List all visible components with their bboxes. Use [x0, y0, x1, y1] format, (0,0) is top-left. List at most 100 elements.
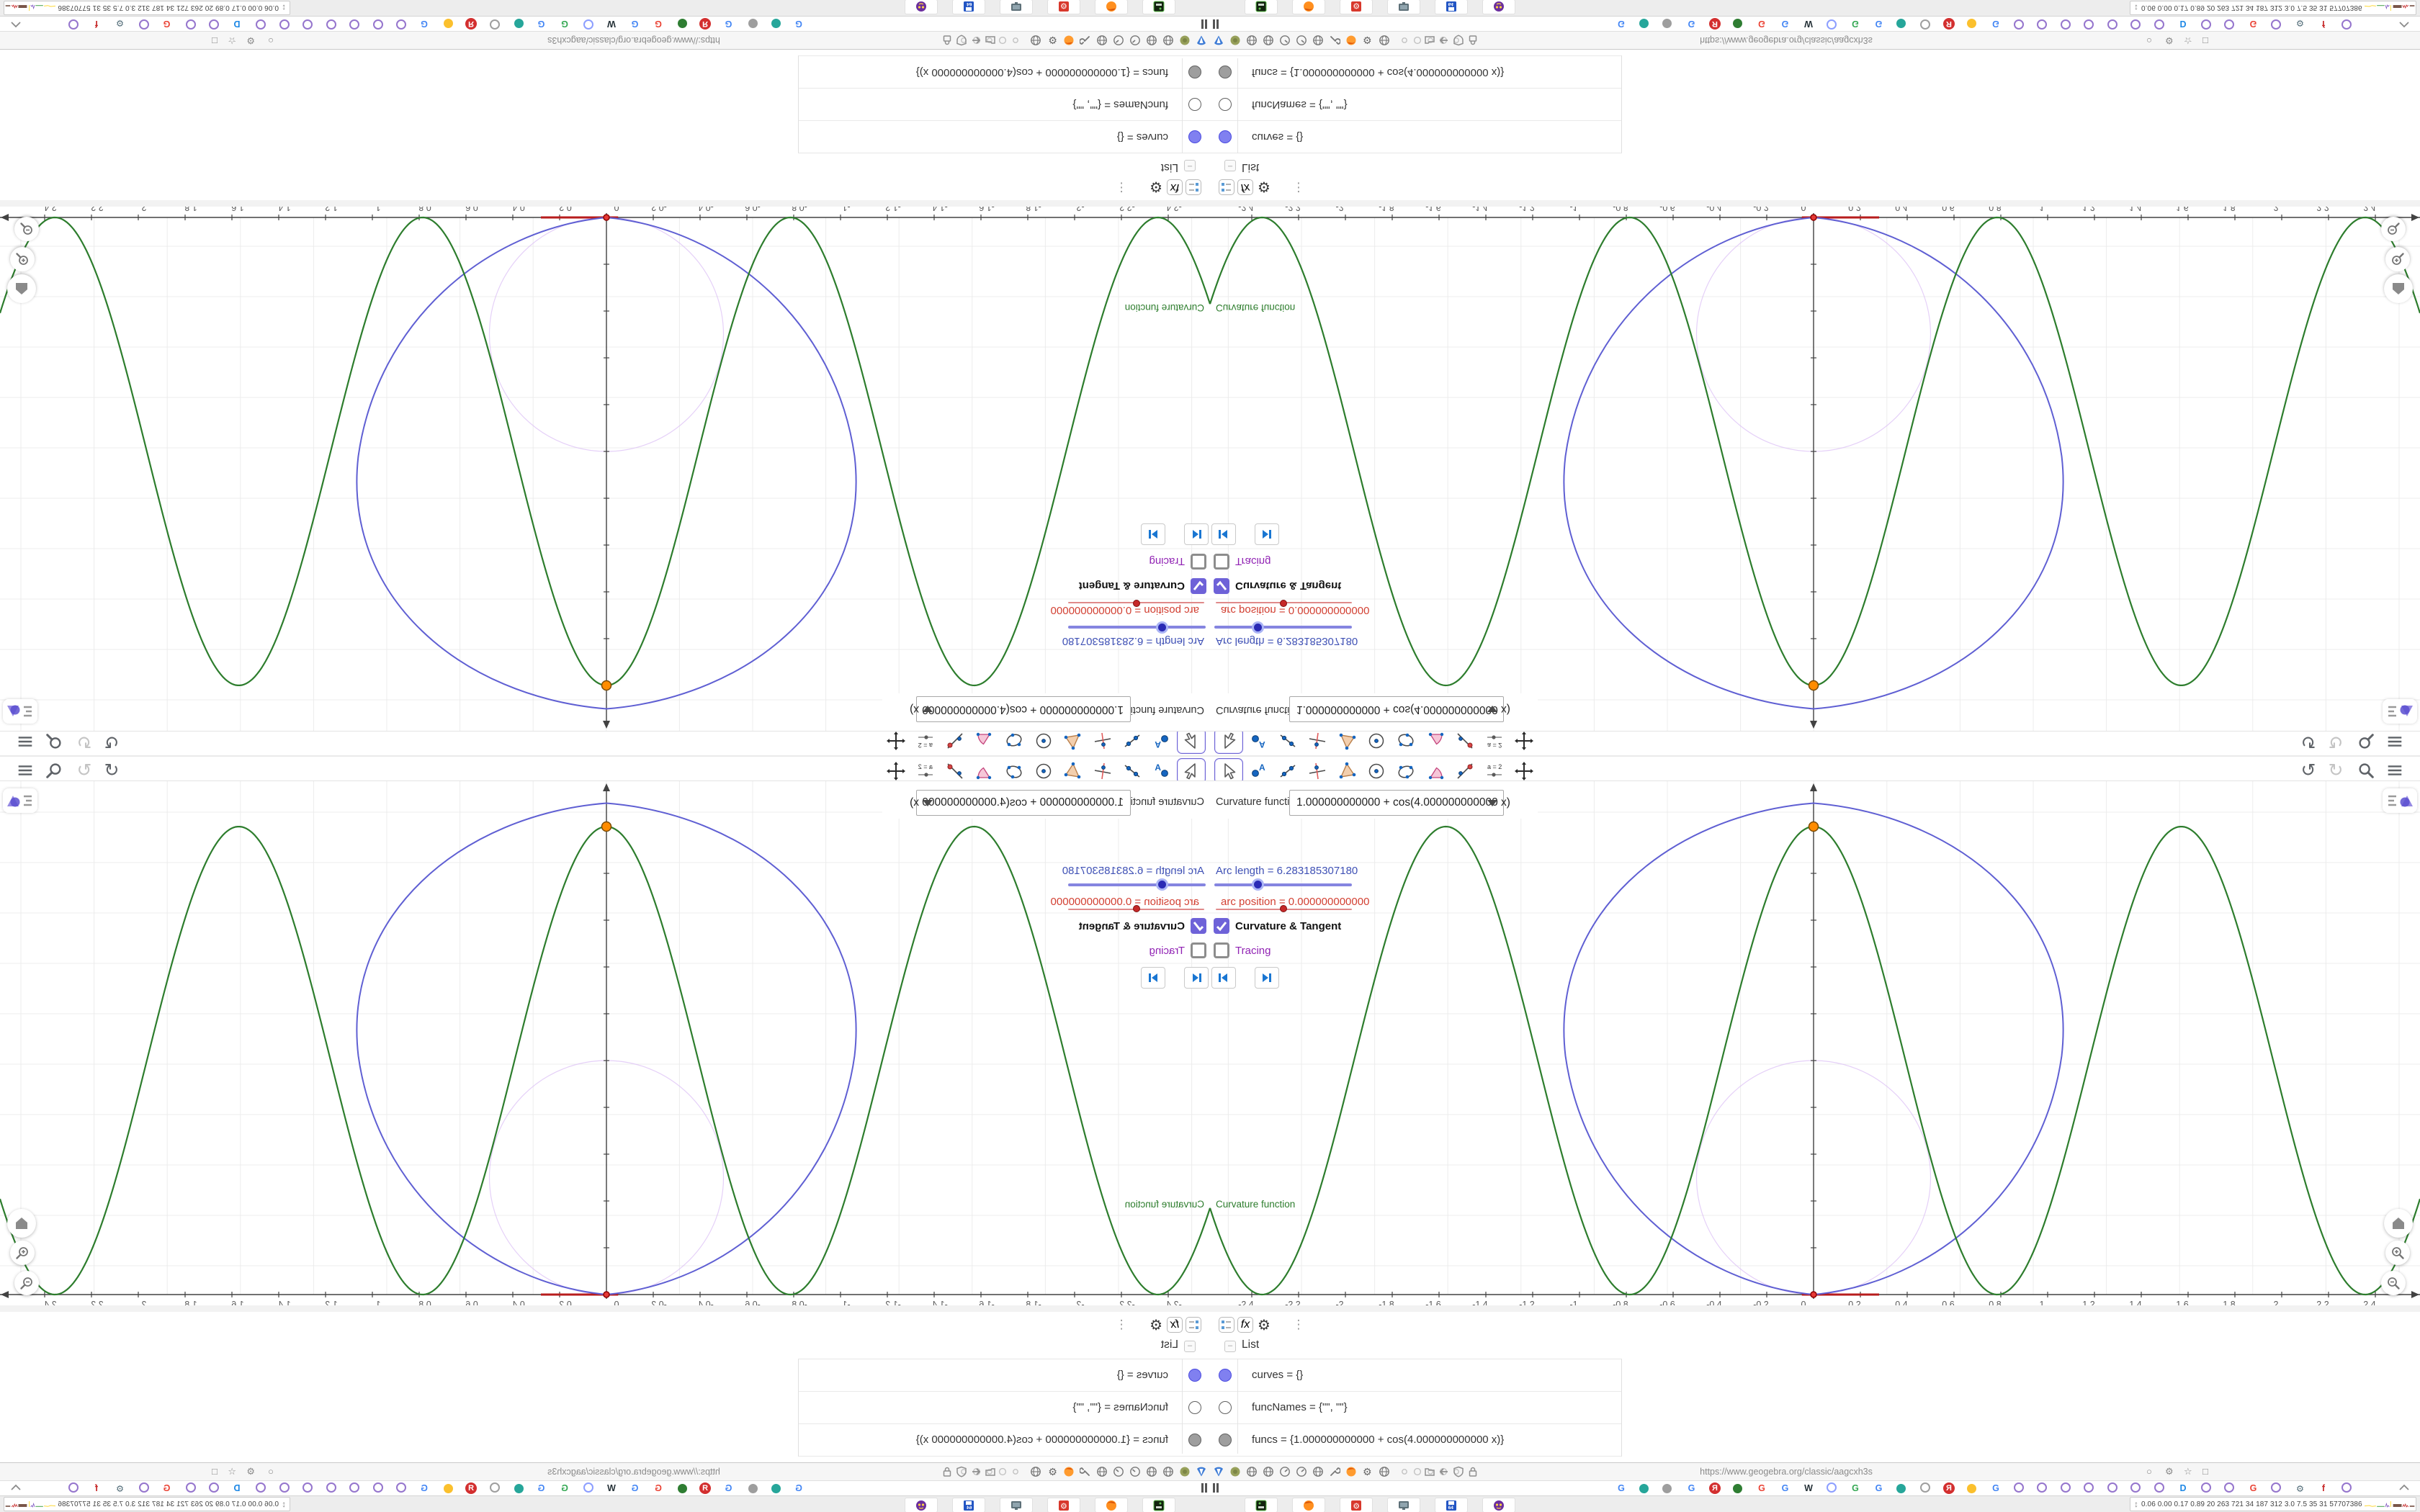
bookmark-favicon[interactable] [2107, 1482, 2118, 1493]
bookmark-favicon[interactable]: ⚙ [115, 1482, 126, 1494]
system-monitor[interactable]: ↕ 0.06 0.00 0.17 0.89 20 263 721 34 187 … [4, 1, 290, 15]
bookmark-favicon[interactable] [583, 1482, 594, 1493]
redo-icon[interactable]: ↻ [73, 731, 95, 752]
bookmark-favicon[interactable]: Я [699, 18, 711, 30]
collapse-icon[interactable]: – [1224, 1341, 1236, 1352]
ellipse-tool[interactable] [1000, 728, 1028, 754]
skip-end-button[interactable] [1141, 523, 1165, 545]
firefox-icon[interactable] [1345, 35, 1357, 46]
arc-length-slider-knob[interactable] [1156, 621, 1168, 634]
globe-icon[interactable] [1030, 1466, 1041, 1477]
gauge-icon[interactable] [1296, 1466, 1307, 1477]
algebra-row-funcNames[interactable]: funcNames = {"", ""} [1210, 88, 1621, 120]
undo-icon[interactable]: ↺ [2298, 760, 2319, 781]
globe-icon[interactable] [1162, 1466, 1174, 1477]
skip-start-button[interactable] [1184, 967, 1209, 989]
lock-icon[interactable] [941, 35, 953, 46]
bookmark-favicon[interactable]: f [91, 18, 102, 30]
bookmark-favicon[interactable] [186, 1482, 196, 1493]
bookmark-favicon[interactable]: G [793, 18, 805, 30]
graphics-stylebar-toggle[interactable] [3, 699, 37, 724]
bookmark-favicon[interactable] [514, 19, 524, 29]
bookmark-favicon[interactable] [444, 1483, 454, 1493]
bookmark-favicon[interactable] [1639, 19, 1649, 29]
url-text[interactable]: https://www.geogebra.org/classic/aagcxh3… [1642, 1467, 1930, 1477]
circle-icon[interactable]: ○ [2146, 1466, 2152, 1477]
algebra-row-funcNames[interactable]: funcNames = {"", ""} [1210, 1392, 1621, 1424]
globe-icon[interactable] [1146, 1466, 1157, 1477]
chevron-up-icon[interactable] [10, 21, 22, 28]
perpendicular-tool[interactable] [1088, 728, 1117, 754]
kebab-icon[interactable]: ⋮ [1291, 179, 1307, 195]
star-icon[interactable]: ☆ [2184, 1466, 2192, 1477]
globe-icon[interactable] [1312, 35, 1324, 46]
bookmark-favicon[interactable] [1732, 1483, 1742, 1493]
bookmark-favicon[interactable] [349, 19, 360, 30]
zoom-in-icon[interactable] [10, 247, 35, 271]
bookmark-favicon[interactable]: Я [1709, 1482, 1721, 1494]
bookmark-favicon[interactable]: f [2318, 18, 2329, 30]
bookmark-favicon[interactable] [326, 19, 336, 30]
bookmark-favicon[interactable] [373, 19, 383, 30]
graph-canvas[interactable]: -2.4-2.2-2-1.8-1.6-1.4-1.2-1-0.8-0.6-0.4… [1210, 781, 2420, 1314]
gauge-icon[interactable] [1129, 35, 1141, 46]
bookmark-favicon[interactable] [2341, 19, 2352, 30]
gear-icon[interactable]: ⚙ [1256, 179, 1272, 195]
star-icon[interactable]: ☆ [228, 1466, 236, 1477]
bookmark-favicon[interactable] [1826, 1482, 1837, 1493]
globe-icon[interactable] [1246, 35, 1258, 46]
chevron-down-icon[interactable] [1487, 706, 1497, 712]
shield-icon[interactable] [1453, 1466, 1464, 1477]
function-input[interactable]: 1.000000000000 + cos(4.000000000000 x) [910, 790, 1131, 816]
arrow-left-icon[interactable] [970, 1466, 982, 1477]
disabled-extension-icon[interactable] [1010, 1466, 1021, 1477]
skip-end-button[interactable] [1255, 523, 1279, 545]
bookmark-favicon[interactable] [2130, 19, 2141, 30]
collapse-icon[interactable]: – [1184, 160, 1196, 171]
paraglider-icon[interactable] [1213, 35, 1224, 46]
globe-icon[interactable] [1030, 35, 1041, 46]
angle-tool[interactable] [970, 728, 999, 754]
tree-view-icon[interactable] [1186, 1317, 1201, 1333]
bookmark-favicon[interactable]: G [559, 18, 570, 30]
bookmark-favicon[interactable] [1896, 1483, 1906, 1493]
bookmark-favicon[interactable] [771, 1483, 781, 1493]
bookmark-favicon[interactable]: G [1990, 1482, 2002, 1494]
settings-app-tile[interactable]: ⚙ [1047, 0, 1080, 14]
bookmark-favicon[interactable] [490, 19, 501, 30]
algebra-row-curves[interactable]: curves = {} [1210, 1359, 1621, 1392]
undo-icon[interactable]: ↺ [2298, 731, 2319, 752]
bookmark-favicon[interactable] [396, 19, 407, 30]
folder-icon[interactable] [985, 35, 996, 46]
gear-icon[interactable]: ⚙ [1148, 1317, 1164, 1333]
bookmark-favicon[interactable]: D [231, 1482, 243, 1494]
point-tool[interactable]: A [1244, 728, 1273, 754]
menu-icon[interactable] [2384, 731, 2406, 752]
bookmark-favicon[interactable]: ⚙ [115, 18, 126, 30]
wrench-icon[interactable] [1329, 35, 1340, 46]
arc-length-slider-knob[interactable] [1156, 878, 1168, 891]
bookmark-favicon[interactable]: G [629, 18, 641, 30]
bookmark-favicon[interactable] [490, 1482, 501, 1493]
home-icon[interactable] [2384, 274, 2413, 303]
slider-tool[interactable]: a = 2 [1480, 728, 1509, 754]
gear-icon[interactable]: ⚙ [1256, 1317, 1272, 1333]
undo-icon[interactable]: ↺ [101, 760, 122, 781]
redo-icon[interactable]: ↻ [2325, 731, 2347, 752]
paraglider-icon[interactable] [1196, 1466, 1207, 1477]
graphics-stylebar-toggle[interactable] [2383, 788, 2417, 813]
tracing-checkbox[interactable] [1191, 942, 1206, 958]
menu-icon[interactable] [14, 760, 36, 781]
square-icon[interactable]: □ [2202, 1466, 2208, 1477]
folder-icon[interactable] [985, 1466, 996, 1477]
algebra-row-funcs[interactable]: funcs = {1.000000000000 + cos(4.00000000… [1210, 55, 1621, 88]
drag-handle[interactable] [1216, 1483, 1219, 1493]
tree-view-icon[interactable] [1219, 179, 1234, 195]
gear-icon[interactable]: ⚙ [246, 1466, 255, 1477]
bookmark-favicon[interactable]: G [161, 1482, 173, 1494]
bookmark-favicon[interactable]: G [1756, 18, 1767, 30]
bookmark-favicon[interactable] [209, 19, 220, 30]
bookmark-favicon[interactable] [2200, 1482, 2211, 1493]
lock-icon[interactable] [1467, 35, 1479, 46]
collapse-icon[interactable]: – [1184, 1341, 1196, 1352]
